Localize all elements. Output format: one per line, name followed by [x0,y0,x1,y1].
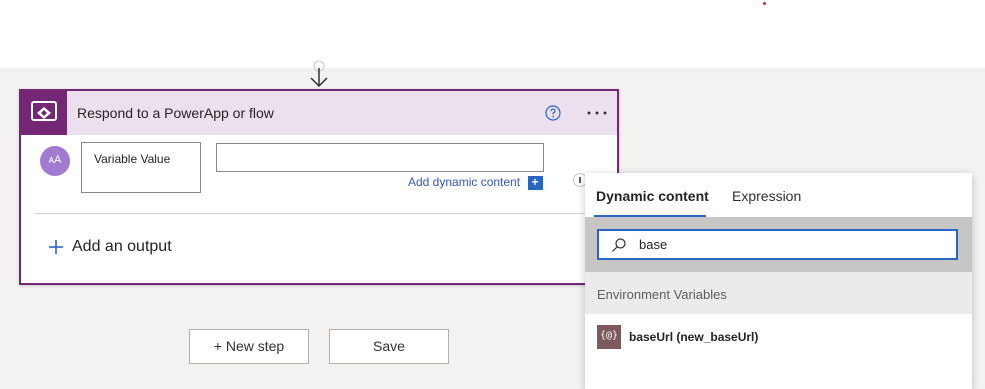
connector-arrow-icon [308,60,330,88]
search-band: base [585,217,972,272]
top-area [0,0,985,68]
add-output-plus-icon[interactable] [48,239,64,255]
search-icon [611,237,627,253]
action-card-respond: Respond to a PowerApp or flow ᴀA Variabl… [19,89,619,285]
field-divider [542,176,543,190]
search-input-value: base [639,237,668,252]
add-dynamic-content-plus-icon[interactable]: + [528,175,542,190]
tab-expression[interactable]: Expression [732,188,801,204]
output-value-input[interactable] [216,143,544,172]
search-input[interactable]: base [597,229,958,260]
new-step-button[interactable]: + New step [189,329,309,364]
more-options-icon[interactable] [585,103,609,123]
dynamic-content-panel: Dynamic content Expression base Environm… [585,173,972,389]
list-item-label: baseUrl (new_baseUrl) [629,330,759,344]
indicator-dot [763,2,766,5]
powerapps-icon [21,91,67,135]
tab-dynamic-content[interactable]: Dynamic content [596,188,709,204]
list-item[interactable]: {@} baseUrl (new_baseUrl) [585,314,972,358]
add-dynamic-plus-glyph: + [531,175,539,189]
save-button[interactable]: Save [329,329,449,364]
card-divider [35,213,605,214]
add-output-button[interactable]: Add an output [72,238,172,256]
card-title: Respond to a PowerApp or flow [77,105,274,121]
output-name-text: Variable Value [94,152,171,166]
output-name-field[interactable]: Variable Value [81,142,201,193]
text-type-avatar: ᴀA [40,146,70,176]
section-header-environment-variables: Environment Variables [585,272,972,314]
section-title: Environment Variables [597,287,727,302]
card-header[interactable]: Respond to a PowerApp or flow [21,91,617,135]
avatar-text: ᴀA [48,154,62,166]
environment-variable-icon-glyph: {@} [599,330,619,341]
add-dynamic-content-link[interactable]: Add dynamic content [408,175,520,189]
environment-variable-icon: {@} [597,325,621,349]
help-icon[interactable] [545,105,561,121]
